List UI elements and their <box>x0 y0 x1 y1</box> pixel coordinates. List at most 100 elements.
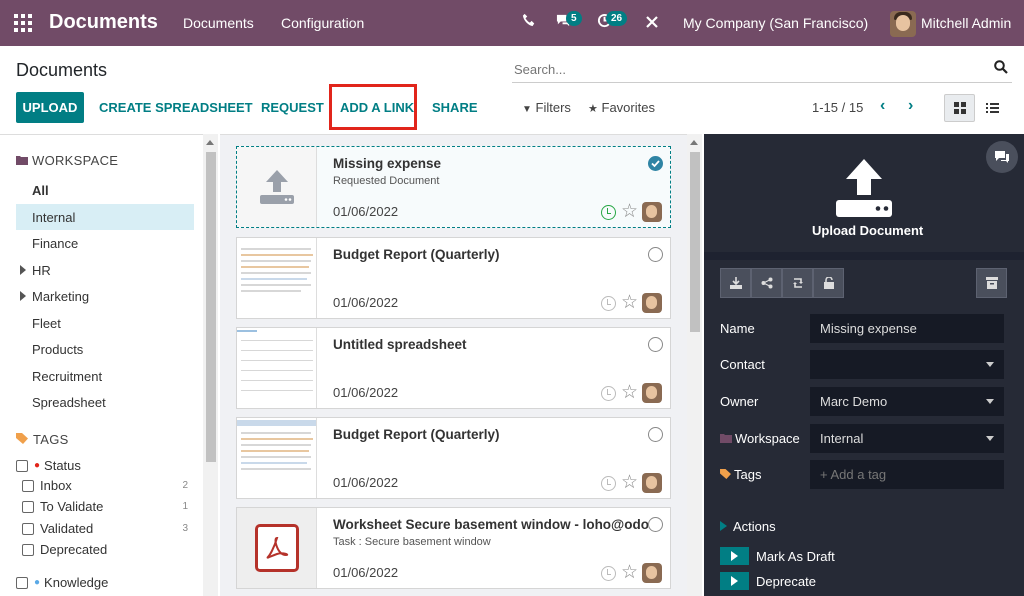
list-view-button[interactable] <box>977 94 1008 122</box>
status-checkbox[interactable] <box>16 459 28 472</box>
pager-value[interactable]: 1-15 / 15 <box>812 100 863 115</box>
sidebar-item-marketing[interactable]: Marketing <box>16 283 194 309</box>
activity-clock-icon[interactable] <box>601 566 616 581</box>
activity-clock-icon[interactable] <box>601 296 616 311</box>
menu-documents[interactable]: Documents <box>183 15 254 31</box>
chatter-button[interactable] <box>986 141 1018 173</box>
name-field[interactable]: Missing expense <box>810 314 1004 343</box>
upload-document-icon[interactable] <box>832 157 896 222</box>
tag-deprecated[interactable]: Deprecated <box>22 539 194 560</box>
pager-next-icon[interactable]: › <box>908 97 913 115</box>
tag-to-validate[interactable]: To Validate 1 <box>22 496 194 517</box>
document-name[interactable]: Budget Report (Quarterly) <box>333 247 648 262</box>
download-button[interactable] <box>720 268 751 298</box>
search-input[interactable] <box>512 57 1012 83</box>
favorites-dropdown[interactable]: ★ Favorites <box>588 100 655 115</box>
select-radio[interactable] <box>648 247 663 262</box>
owner-avatar[interactable] <box>642 383 662 403</box>
sidebar-item-finance[interactable]: Finance <box>16 230 194 256</box>
scroll-up-icon[interactable] <box>690 140 698 145</box>
contact-field[interactable] <box>810 350 1004 379</box>
validated-checkbox[interactable] <box>22 522 34 535</box>
lock-button[interactable] <box>813 268 844 298</box>
pager-previous-icon[interactable]: ‹ <box>880 97 885 115</box>
main-scroll-thumb[interactable] <box>690 152 700 332</box>
user-avatar[interactable] <box>890 11 916 37</box>
user-menu[interactable]: Mitchell Admin <box>921 15 1011 31</box>
expand-caret-icon[interactable] <box>20 265 26 275</box>
tag-group-status[interactable]: ● Status <box>16 455 194 476</box>
kanban-view-button[interactable] <box>944 94 975 122</box>
favorite-star-icon[interactable]: ☆ <box>621 471 638 494</box>
document-name[interactable]: Untitled spreadsheet <box>333 337 648 352</box>
sidebar-item-recruitment[interactable]: Recruitment <box>16 363 194 389</box>
favorite-star-icon[interactable]: ☆ <box>621 200 638 223</box>
sidebar-item-fleet[interactable]: Fleet <box>16 310 194 336</box>
to-validate-checkbox[interactable] <box>22 500 34 513</box>
document-card[interactable]: Worksheet Secure basement window - loho@… <box>236 507 671 589</box>
select-radio[interactable] <box>648 517 663 532</box>
contact-label: Contact <box>720 357 765 372</box>
dropdown-caret-icon[interactable] <box>986 399 994 404</box>
document-card[interactable]: Budget Report (Quarterly) 01/06/2022 ☆ <box>236 417 671 499</box>
tag-group-knowledge[interactable]: ● Knowledge <box>16 572 194 593</box>
tags-field[interactable]: + Add a tag <box>810 460 1004 489</box>
filters-dropdown[interactable]: ▼ Filters <box>522 100 571 115</box>
create-spreadsheet-button[interactable]: CREATE SPREADSHEET <box>99 100 253 115</box>
inbox-checkbox[interactable] <box>22 479 34 492</box>
owner-field[interactable]: Marc Demo <box>810 387 1004 416</box>
selected-check-icon[interactable] <box>648 156 663 171</box>
upload-document-label[interactable]: Upload Document <box>812 223 923 238</box>
activity-clock-icon[interactable] <box>601 386 616 401</box>
sidebar-item-spreadsheet[interactable]: Spreadsheet <box>16 389 194 415</box>
phone-icon[interactable] <box>522 13 536 31</box>
sidebar-item-all[interactable]: All <box>16 177 194 203</box>
document-name[interactable]: Budget Report (Quarterly) <box>333 427 648 442</box>
document-card[interactable]: Untitled spreadsheet 01/06/2022 ☆ <box>236 327 671 409</box>
company-switcher[interactable]: My Company (San Francisco) <box>683 15 868 31</box>
select-radio[interactable] <box>648 337 663 352</box>
document-name[interactable]: Worksheet Secure basement window - loho@… <box>333 517 648 532</box>
dropdown-caret-icon[interactable] <box>986 362 994 367</box>
activity-clock-icon[interactable] <box>601 476 616 491</box>
upload-button[interactable]: UPLOAD <box>16 92 84 123</box>
sidebar-scroll-thumb[interactable] <box>206 152 216 462</box>
scroll-up-icon[interactable] <box>206 140 214 145</box>
knowledge-checkbox[interactable] <box>16 576 28 589</box>
tag-validated[interactable]: Validated 3 <box>22 518 194 539</box>
document-card[interactable]: Budget Report (Quarterly) 01/06/2022 ☆ <box>236 237 671 319</box>
deprecate-action[interactable]: Deprecate <box>756 574 816 589</box>
mark-as-draft-action[interactable]: Mark As Draft <box>756 549 835 564</box>
sidebar-item-products[interactable]: Products <box>16 336 194 362</box>
archive-button[interactable] <box>976 268 1007 298</box>
expand-caret-icon[interactable] <box>20 291 26 301</box>
share-document-button[interactable] <box>751 268 782 298</box>
deprecate-play-button[interactable] <box>720 572 749 590</box>
activity-clock-icon[interactable] <box>601 205 616 220</box>
replace-button[interactable] <box>782 268 813 298</box>
sidebar-item-hr[interactable]: HR <box>16 257 194 283</box>
deprecated-checkbox[interactable] <box>22 543 34 556</box>
request-button[interactable]: REQUEST <box>261 100 324 115</box>
document-card[interactable]: Missing expense Requested Document 01/06… <box>236 146 671 228</box>
owner-avatar[interactable] <box>642 293 662 313</box>
owner-avatar[interactable] <box>642 563 662 583</box>
favorite-star-icon[interactable]: ☆ <box>621 381 638 404</box>
owner-avatar[interactable] <box>642 202 662 222</box>
favorite-star-icon[interactable]: ☆ <box>621 561 638 584</box>
app-title[interactable]: Documents <box>49 11 158 34</box>
debug-tools-icon[interactable] <box>645 15 659 33</box>
select-radio[interactable] <box>648 427 663 442</box>
apps-menu-icon[interactable] <box>14 14 32 32</box>
owner-avatar[interactable] <box>642 473 662 493</box>
search-icon[interactable] <box>994 60 1008 77</box>
document-name[interactable]: Missing expense <box>333 156 648 171</box>
workspace-field[interactable]: Internal <box>810 424 1004 453</box>
tag-inbox[interactable]: Inbox 2 <box>22 475 194 496</box>
menu-configuration[interactable]: Configuration <box>281 15 364 31</box>
share-button[interactable]: SHARE <box>432 100 478 115</box>
favorite-star-icon[interactable]: ☆ <box>621 291 638 314</box>
mark-as-draft-play-button[interactable] <box>720 547 749 565</box>
dropdown-caret-icon[interactable] <box>986 436 994 441</box>
sidebar-item-internal[interactable]: Internal <box>16 204 194 230</box>
